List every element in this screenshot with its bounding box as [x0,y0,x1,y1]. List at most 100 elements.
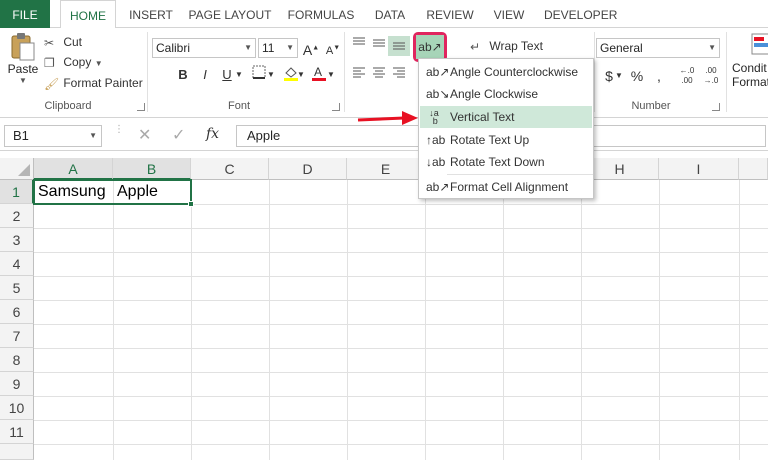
insert-function-button[interactable]: fx [206,126,219,142]
menu-item-rotate-text-up[interactable]: ↑ab Rotate Text Up [420,129,592,151]
align-right-button[interactable] [388,65,410,85]
chevron-down-icon[interactable]: ▼ [326,65,336,85]
row-header-1[interactable]: 1 [0,180,34,204]
tab-page-layout[interactable]: PAGE LAYOUT [188,0,272,28]
align-center-button[interactable] [368,65,390,85]
middle-align-button[interactable] [368,36,390,56]
wrap-text-label: Wrap Text [489,39,543,53]
decrease-decimal-icon: .00 →.0 [703,66,719,85]
conditional-formatting-button[interactable]: Condit Formatt [732,32,768,94]
ribbon-tab-bar: FILE HOME INSERT PAGE LAYOUT FORMULAS DA… [0,0,768,29]
name-box[interactable]: B1 ▼ [4,125,102,147]
drag-handle-icon[interactable]: ⋮ [114,125,124,145]
copy-label: Copy [63,55,92,69]
chevron-down-icon[interactable]: ▼ [296,65,306,85]
row-header-6[interactable]: 6 [0,300,34,324]
column-header-d[interactable]: D [269,158,347,180]
increase-decimal-icon: ←.0.00 [679,66,695,85]
column-header-b[interactable]: B [113,158,191,180]
font-size-value: 11 [262,41,275,55]
tab-file[interactable]: FILE [0,0,50,28]
clipboard-launcher-icon[interactable] [137,103,145,111]
number-format-combo[interactable]: General ▼ [596,38,720,58]
tab-home[interactable]: HOME [60,0,116,29]
column-header-a[interactable]: A [34,158,113,180]
tab-view[interactable]: VIEW [490,0,528,28]
gridline [739,180,740,460]
orientation-menu: ab↗ Angle Counterclockwise ab↘ Angle Clo… [418,58,594,199]
gridline [659,180,660,460]
column-header-j[interactable] [739,158,768,180]
tab-developer[interactable]: DEVELOPER [544,0,617,28]
row-header-8[interactable]: 8 [0,348,34,372]
font-name-combo[interactable]: Calibri ▼ [152,38,256,58]
wrap-text-button[interactable]: ↵ Wrap Text [470,36,543,56]
increase-decimal-button[interactable]: ←.0.00 [676,66,698,86]
chevron-down-icon[interactable]: ▼ [234,65,244,85]
chevron-down-icon[interactable]: ▼ [266,65,276,85]
vertical-text-icon: ↓a b [429,108,439,126]
orientation-icon: ab↗ [418,40,442,54]
orientation-button[interactable]: ab↗ [416,35,444,59]
gridline [34,444,768,445]
menu-item-label: Rotate Text Down [450,155,545,169]
menu-item-angle-clockwise[interactable]: ab↘ Angle Clockwise [420,83,592,105]
cut-button[interactable]: ✂ Cut [44,32,82,52]
tab-data[interactable]: DATA [370,0,410,28]
row-header-12[interactable] [0,444,34,460]
increase-font-button[interactable]: A▲ [300,38,322,58]
angle-cw-icon: ab↘ [426,87,450,101]
row-header-9[interactable]: 9 [0,372,34,396]
column-header-i[interactable]: I [659,158,739,180]
align-left-icon [353,67,365,78]
cancel-icon[interactable]: ✕ [138,125,151,145]
italic-button[interactable]: I [194,65,216,85]
tab-insert[interactable]: INSERT [128,0,174,28]
row-header-10[interactable]: 10 [0,396,34,420]
copy-button[interactable]: ❐ Copy ▼ [44,52,103,72]
number-format-value: General [600,41,643,55]
percent-button[interactable]: % [626,66,648,86]
comma-button[interactable]: , [648,66,670,86]
menu-item-format-cell-alignment[interactable]: ab↗ Format Cell Alignment [420,176,592,198]
worksheet-grid: A B C D E F G H I 1 2 3 4 5 6 7 8 9 10 1… [0,158,768,460]
chevron-down-icon[interactable]: ▼ [614,66,624,86]
row-header-5[interactable]: 5 [0,276,34,300]
column-header-e[interactable]: E [347,158,425,180]
gridline [34,420,768,421]
menu-item-rotate-text-down[interactable]: ↓ab Rotate Text Down [420,151,592,173]
row-header-3[interactable]: 3 [0,228,34,252]
decrease-font-button[interactable]: A▼ [322,38,344,58]
bottom-align-button[interactable] [388,36,410,56]
gridline [34,300,768,301]
format-alignment-icon: ab↗ [426,180,450,194]
format-painter-button[interactable]: 🖌 Format Painter [44,73,143,93]
row-header-11[interactable]: 11 [0,420,34,444]
row-header-7[interactable]: 7 [0,324,34,348]
select-all-corner[interactable] [0,158,34,180]
font-group-label: Font [227,100,250,112]
font-size-combo[interactable]: 11 ▼ [258,38,298,58]
gridline [503,180,504,460]
row-header-2[interactable]: 2 [0,204,34,228]
tab-formulas[interactable]: FORMULAS [286,0,356,28]
align-left-button[interactable] [348,65,370,85]
cut-label: Cut [63,35,83,49]
tab-review[interactable]: REVIEW [424,0,476,28]
fill-handle[interactable] [188,201,194,207]
gridline [34,324,768,325]
name-box-value: B1 [13,128,29,143]
number-launcher-icon[interactable] [712,103,720,111]
menu-item-vertical-text[interactable]: ↓a b Vertical Text [420,106,592,128]
top-align-button[interactable] [348,36,370,56]
column-header-c[interactable]: C [191,158,269,180]
font-launcher-icon[interactable] [332,103,340,111]
decrease-decimal-button[interactable]: .00 →.0 [700,66,722,86]
rotate-up-icon: ↑ab [426,133,446,147]
gridline [425,180,426,460]
menu-item-angle-counterclockwise[interactable]: ab↗ Angle Counterclockwise [420,61,592,83]
enter-icon[interactable]: ✓ [172,125,185,145]
paste-button[interactable]: Paste ▼ [6,32,40,94]
bold-button[interactable]: B [172,65,194,85]
row-header-4[interactable]: 4 [0,252,34,276]
